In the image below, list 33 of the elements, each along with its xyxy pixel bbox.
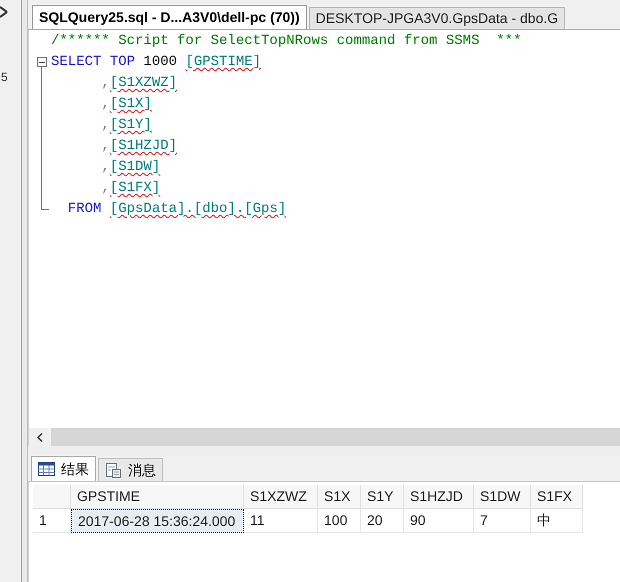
document-tab[interactable]: SQLQuery25.sql - D...A3V0\dell-pc (70)) <box>32 5 307 29</box>
code-line: ,[S1HZJD] <box>100 137 178 156</box>
code-line: ,[S1X] <box>100 95 152 114</box>
table-cell[interactable]: 2017-06-28 15:36:24.000 <box>71 509 244 533</box>
column-header[interactable]: GPSTIME <box>71 485 244 509</box>
collapse-icon[interactable] <box>37 57 47 67</box>
table-cell[interactable]: 7 <box>474 509 531 533</box>
document-tab[interactable]: DESKTOP-JPGA3V0.GpsData - dbo.G <box>308 7 566 29</box>
side-panel-text: 5 <box>1 69 8 86</box>
results-tab[interactable]: 结果 <box>31 456 96 481</box>
grid-icon <box>38 462 55 476</box>
code-line: /****** Script for SelectTopNRows command from SSMS *** <box>51 32 522 51</box>
column-header[interactable]: S1X <box>318 485 361 509</box>
table-cell[interactable]: 20 <box>361 509 404 533</box>
code-line: ,[S1Y] <box>100 116 152 135</box>
code-line: ,[S1DW] <box>100 158 160 177</box>
table-cell[interactable]: 100 <box>318 509 361 533</box>
column-header[interactable]: S1XZWZ <box>244 485 318 509</box>
column-header[interactable]: S1FX <box>531 485 583 509</box>
table-cell[interactable]: 中 <box>531 509 583 533</box>
table-cell[interactable]: 90 <box>404 509 474 533</box>
column-header[interactable]: S1HZJD <box>404 485 474 509</box>
code-line: SELECT TOP 1000 [GPSTIME] <box>51 53 262 72</box>
document-icon <box>105 462 122 478</box>
horizontal-scrollbar[interactable] <box>28 428 620 446</box>
code-line: ,[S1XZWZ] <box>100 74 178 93</box>
code-line: ,[S1FX] <box>100 179 160 198</box>
code-line: FROM [GpsData].[dbo].[Gps] <box>66 200 286 219</box>
results-tab[interactable]: 消息 <box>98 458 163 481</box>
table-cell[interactable]: 11 <box>244 509 318 533</box>
column-header[interactable]: S1DW <box>474 485 531 509</box>
column-header[interactable]: S1Y <box>361 485 404 509</box>
scroll-left-icon[interactable] <box>37 432 43 442</box>
